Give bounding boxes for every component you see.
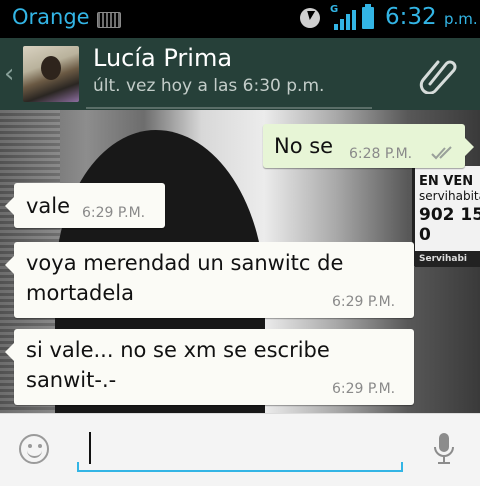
message-bubble-incoming[interactable]: vale 6:29 P.M. [5, 183, 165, 228]
input-edge-left [77, 462, 79, 472]
sign-line-4: Servihabi [415, 251, 480, 267]
message-time: 6:28 P.M. [349, 146, 413, 162]
sign-line-1: EN VEN [419, 174, 474, 189]
clock-time: 6:32 [385, 4, 437, 30]
paperclip-icon[interactable] [418, 54, 458, 94]
sign-line-2: servihabita [419, 189, 480, 203]
message-text: No se [274, 134, 334, 158]
battery-icon [362, 4, 374, 29]
status-clock: 6:32 p.m. [385, 4, 478, 30]
contact-avatar[interactable] [23, 46, 79, 102]
keyboard-icon [97, 12, 121, 28]
carrier-name: Orange [12, 5, 90, 29]
message-bubble-outgoing[interactable]: No se 6:28 P.M. [263, 124, 474, 168]
flash-icon [300, 8, 320, 28]
text-caret [89, 432, 91, 464]
chat-header: ‹ Lucía Prima últ. vez hoy a las 6:30 p.… [0, 38, 480, 110]
back-chevron-icon[interactable]: ‹ [4, 60, 14, 88]
message-composer [0, 413, 480, 486]
wallpaper-sign: EN VEN servihabita 902 15 0 Servihabi [412, 166, 480, 267]
clock-ampm: p.m. [443, 10, 478, 28]
status-bar: Orange G 6:32 p.m. [0, 0, 480, 38]
message-input[interactable] [77, 428, 403, 472]
message-bubble-incoming[interactable]: si vale... no se xm se escribe sanwit-.-… [5, 329, 414, 405]
input-edge-right [401, 462, 403, 472]
header-divider [86, 107, 372, 109]
message-bubble-incoming[interactable]: voya merendad un sanwitc de mortadela 6:… [5, 242, 414, 318]
message-text: vale [26, 194, 71, 218]
microphone-icon[interactable] [433, 432, 455, 466]
last-seen-status: últ. vez hoy a las 6:30 p.m. [93, 76, 325, 96]
signal-icon [334, 10, 356, 30]
message-time: 6:29 P.M. [332, 381, 396, 397]
contact-name[interactable]: Lucía Prima [93, 44, 232, 72]
double-check-icon [431, 146, 452, 160]
sign-line-3: 902 15 0 [419, 205, 480, 245]
message-time: 6:29 P.M. [332, 294, 396, 310]
smiley-icon[interactable] [19, 434, 49, 464]
message-time: 6:29 P.M. [82, 205, 146, 221]
